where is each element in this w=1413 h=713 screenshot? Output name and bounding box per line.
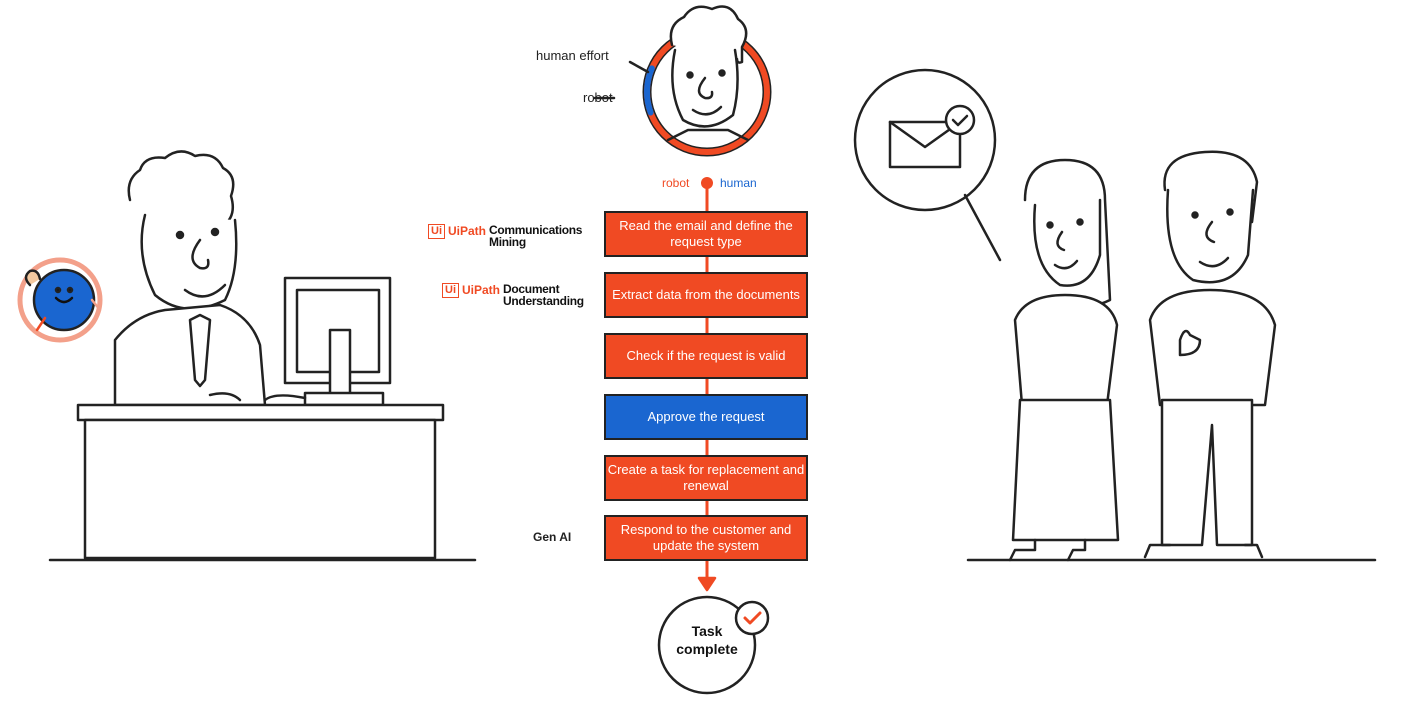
legend-human: human <box>720 176 757 190</box>
product-label: Communications Mining <box>489 223 583 249</box>
uipath-document-understanding-logo: Ui UiPath Document Understanding <box>442 283 599 307</box>
robot-mascot-icon <box>17 257 103 343</box>
step-approve-request: Approve the request <box>604 394 808 440</box>
gen-ai-label: Gen AI <box>533 530 572 544</box>
product-label: Document Understanding <box>503 282 584 308</box>
uipath-communications-mining-logo: Ui UiPath Communications Mining <box>428 224 599 248</box>
step-read-email: Read the email and define the request ty… <box>604 211 808 257</box>
worker-illustration <box>48 150 477 562</box>
step-check-request: Check if the request is valid <box>604 333 808 379</box>
human-effort-label: human effort <box>536 48 609 63</box>
brand-label: UiPath <box>448 224 487 238</box>
customers-illustration <box>853 68 1377 562</box>
flow-start-dot <box>701 177 713 189</box>
step-extract-data: Extract data from the documents <box>604 272 808 318</box>
task-complete-label: Task complete <box>676 623 738 657</box>
flow-arrowhead <box>697 576 717 592</box>
step-respond-customer: Respond to the customer and update the s… <box>604 515 808 561</box>
legend-robot: robot <box>662 176 690 190</box>
step-create-task: Create a task for replacement and renewa… <box>604 455 808 501</box>
robot-effort-label: robot <box>583 90 613 105</box>
effort-ring-avatar <box>593 5 772 157</box>
brand-label: UiPath <box>462 283 501 297</box>
